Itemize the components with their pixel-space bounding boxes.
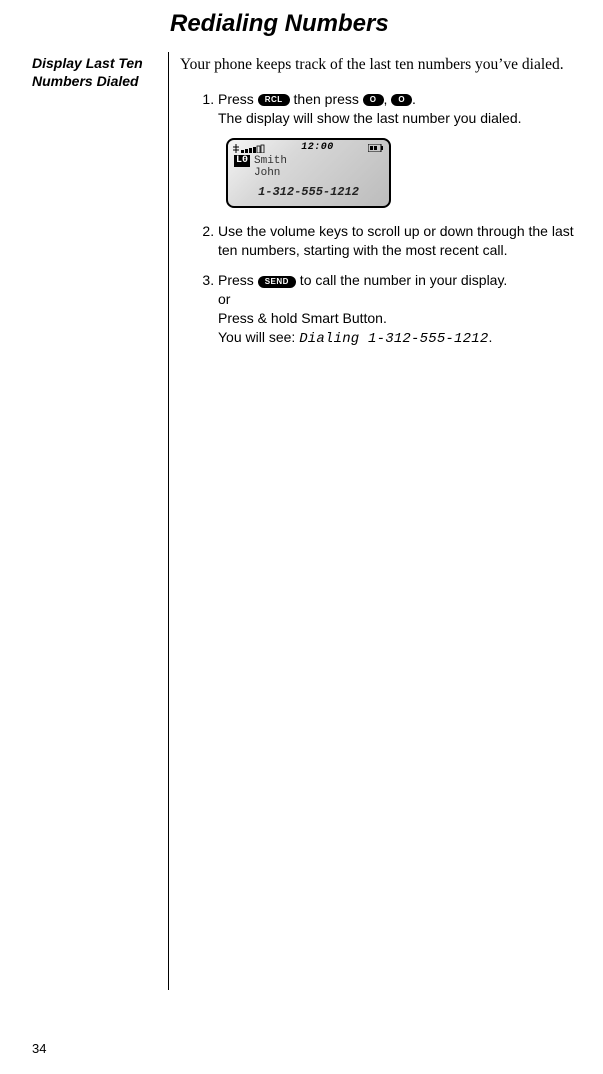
step3-line2: Press & hold Smart Button. bbox=[218, 310, 387, 326]
display-phone-number: 1-312-555-1212 bbox=[228, 184, 389, 200]
step3-or: or bbox=[218, 291, 230, 307]
send-key-icon: SEND bbox=[258, 276, 296, 288]
phone-display-illustration: 12:00 L0 Smith John 1-312-555 bbox=[226, 138, 391, 208]
battery-icon bbox=[368, 144, 384, 152]
contact-last-name: Smith bbox=[254, 155, 287, 167]
step1-text-d: . bbox=[412, 91, 416, 107]
dialing-readout: Dialing 1-312-555-1212 bbox=[299, 331, 488, 347]
signal-icon bbox=[233, 144, 267, 153]
vertical-divider bbox=[168, 52, 169, 990]
status-time: 12:00 bbox=[301, 141, 334, 155]
rcl-key-icon: RCL bbox=[258, 94, 290, 106]
step3-line3a: You will see: bbox=[218, 329, 299, 345]
main-content: Your phone keeps track of the last ten n… bbox=[180, 55, 580, 361]
step1-text-b: then press bbox=[290, 91, 363, 107]
status-bar: 12:00 bbox=[233, 143, 384, 154]
step-2: Use the volume keys to scroll up or down… bbox=[218, 222, 580, 260]
step3-line3c: . bbox=[488, 329, 492, 345]
step1-text-a: Press bbox=[218, 91, 258, 107]
zero-key-icon: O bbox=[363, 94, 384, 106]
step3-text-a: Press bbox=[218, 272, 258, 288]
step-1: Press RCL then press O, O. The display w… bbox=[218, 90, 580, 208]
step3-text-b: to call the number in your display. bbox=[296, 272, 507, 288]
page-title: Redialing Numbers bbox=[170, 10, 389, 38]
zero-key-icon: O bbox=[391, 94, 412, 106]
contact-name: Smith John bbox=[254, 155, 287, 179]
step-3: Press SEND to call the number in your di… bbox=[218, 271, 580, 349]
steps-list: Press RCL then press O, O. The display w… bbox=[180, 90, 580, 349]
contact-first-name: John bbox=[254, 167, 280, 179]
intro-text: Your phone keeps track of the last ten n… bbox=[180, 55, 580, 76]
step1-line2: The display will show the last number yo… bbox=[218, 110, 522, 126]
step1-text-c: , bbox=[384, 91, 392, 107]
page-number: 34 bbox=[32, 1041, 46, 1056]
memory-slot-badge: L0 bbox=[234, 155, 250, 167]
sidebar-heading: Display Last Ten Numbers Dialed bbox=[32, 55, 162, 90]
